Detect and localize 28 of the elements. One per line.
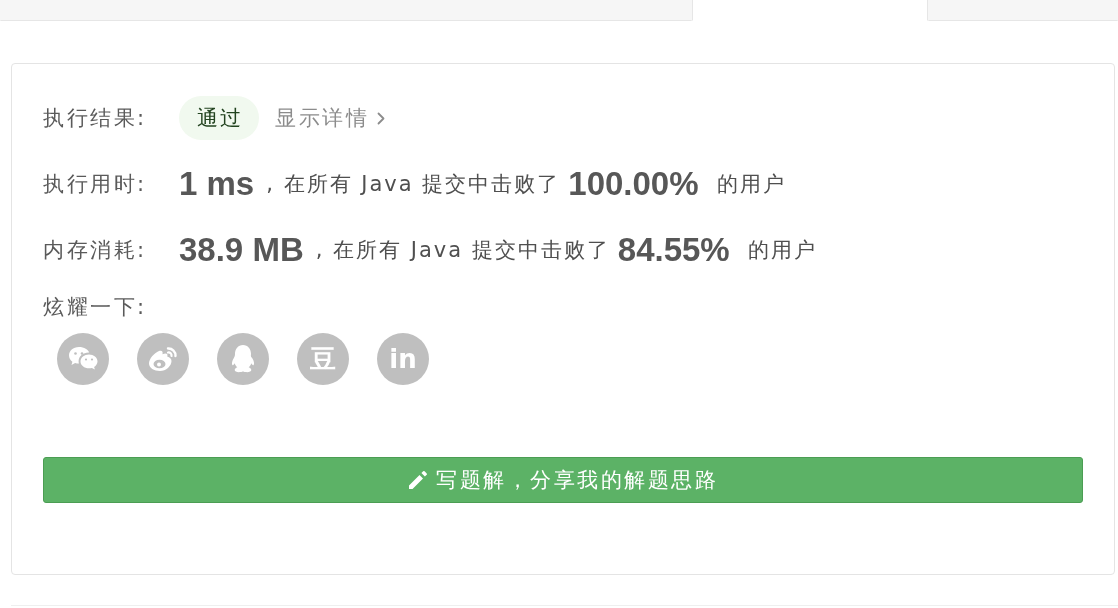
percentile-value: 100.00% [568, 165, 699, 203]
details-link[interactable]: 显示详情 [275, 104, 385, 132]
share-button[interactable] [137, 333, 189, 385]
comparison-text: , 在所有 Java 提交中击败了 [266, 171, 561, 198]
share-button[interactable]: 豆 [297, 333, 349, 385]
pencil-icon [408, 470, 428, 490]
penguin-icon [230, 344, 256, 374]
share-button[interactable]: in [377, 333, 429, 385]
tab[interactable] [692, 0, 928, 21]
tab[interactable] [928, 0, 1118, 21]
result-label: 执行结果: [43, 105, 148, 132]
chevron-right-icon [377, 111, 385, 125]
swirl-eye-icon [148, 346, 178, 372]
share-button[interactable] [57, 333, 109, 385]
stat-label: 内存消耗: [43, 237, 148, 264]
stat-label: 执行用时: [43, 171, 148, 198]
tab[interactable] [0, 0, 692, 21]
percentile-value: 84.55% [617, 231, 730, 269]
result-status: 通过 [179, 96, 259, 140]
users-text: 的用户 [747, 237, 817, 264]
users-text: 的用户 [716, 171, 786, 198]
chat-bubbles-icon [68, 346, 98, 372]
comparison-text: , 在所有 Java 提交中击败了 [315, 237, 610, 264]
share-label: 炫耀一下: [43, 294, 148, 321]
stat-value: 38.9 MB [179, 231, 304, 269]
stat-value: 1 ms [179, 165, 255, 203]
share-button[interactable] [217, 333, 269, 385]
write-solution-button[interactable]: 写题解，分享我的解题思路 [43, 457, 1083, 503]
